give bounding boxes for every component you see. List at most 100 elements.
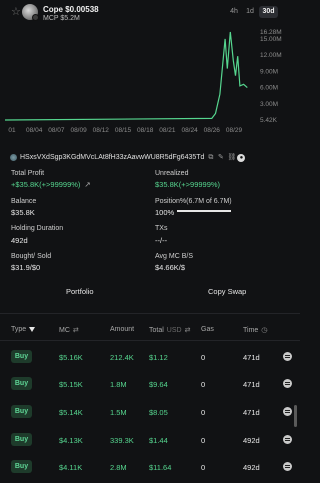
cell-amount: 339.3K [110, 436, 134, 445]
position-label: Position%(6.7M of 6.7M) [155, 198, 232, 205]
cell-mc: $5.16K [59, 353, 83, 362]
position-value: 100% [155, 208, 175, 217]
row-menu-icon[interactable] [283, 352, 292, 361]
cell-amount: 1.8M [110, 380, 127, 389]
share-icon[interactable]: ↗ [85, 180, 91, 189]
bought-sold-label: Bought/ Sold [11, 253, 52, 260]
type-badge: Buy [11, 377, 32, 390]
x-tick-label: 08/29 [226, 127, 243, 134]
cell-gas: 0 [201, 353, 206, 362]
token-header: ☆ Cope $0.00538 MCP $5.2M 4h 1d 30d [0, 0, 300, 26]
filter-icon[interactable] [29, 327, 36, 332]
balance-value: $35.8K [11, 208, 35, 217]
y-tick-label: 12.00M [260, 52, 282, 59]
x-tick-label: 08/12 [93, 127, 110, 134]
cell-total: $9.64 [149, 380, 168, 389]
cell-time: 471d [243, 380, 260, 389]
x-tick-label: 08/21 [159, 127, 176, 134]
table-row: Buy $5.14K 1.5M $8.05 0 471d [0, 399, 300, 425]
header-gas: Gas [201, 326, 214, 333]
cell-mc: $5.15K [59, 380, 83, 389]
cell-time: 471d [243, 408, 260, 417]
x-tick-label: 08/04 [26, 127, 43, 134]
chart-canvas: 01 08/04 08/07 08/09 08/12 08/15 08/18 08/21 08/… [4, 29, 282, 134]
cell-amount: 2.8M [110, 463, 127, 472]
table-scrollbar-thumb[interactable] [294, 405, 297, 427]
copy-swap-button[interactable]: Copy Swap [208, 287, 246, 296]
header-amount: Amount [110, 326, 135, 333]
header-time-label: Time [243, 326, 259, 334]
timeframe-4h[interactable]: 4h [227, 6, 241, 18]
token-market-cap: MCP $5.2M [43, 15, 80, 22]
header-mc[interactable]: MC ⇄ [59, 326, 79, 335]
swap-icon[interactable]: ⇄ [73, 326, 79, 334]
wallet-avatar [10, 154, 17, 161]
wallet-address[interactable]: HSxsVXdSgp3KGdMVcLAt8fH33zAavwWU8R5dFg64… [20, 154, 204, 161]
x-tick-label: 08/07 [48, 127, 65, 134]
holding-duration-label: Holding Duration [11, 225, 64, 232]
bought-sold-value: $31.9/$0 [11, 263, 41, 272]
y-tick-label: 9.00M [260, 68, 278, 75]
header-mc-label: MC [59, 326, 70, 334]
table-row: Buy $4.13K 339.3K $1.44 0 492d [0, 427, 300, 453]
y-tick-label: 6.00M [260, 85, 278, 92]
link-icon[interactable]: ⛓ [227, 154, 236, 161]
table-header-divider [0, 340, 300, 341]
clock-icon[interactable]: ◷ [261, 326, 267, 334]
swap-icon[interactable]: ⇄ [185, 326, 191, 334]
header-total-label: Total [149, 326, 164, 334]
cell-total: $11.64 [149, 463, 172, 472]
type-badge: Buy [11, 405, 32, 418]
cell-amount: 212.4K [110, 353, 134, 362]
table-row: Buy $5.15K 1.8M $9.64 0 471d [0, 371, 300, 397]
row-menu-icon[interactable] [283, 407, 292, 416]
x-tick-label: 08/18 [137, 127, 154, 134]
cell-total: $1.12 [149, 353, 168, 362]
cell-time: 492d [243, 463, 260, 472]
row-menu-icon[interactable] [283, 379, 292, 388]
portfolio-button[interactable]: Portfolio [66, 287, 94, 296]
header-type[interactable]: Type [11, 326, 36, 333]
header-total-unit[interactable]: USD [167, 327, 182, 334]
view-icon[interactable]: ● [237, 153, 246, 162]
cell-gas: 0 [201, 463, 206, 472]
timeframe-30d[interactable]: 30d [259, 6, 278, 18]
wallet-row: HSxsVXdSgp3KGdMVcLAt8fH33zAavwWU8R5dFg64… [10, 152, 295, 163]
price-line [4, 31, 248, 121]
edit-icon[interactable]: ✎ [217, 154, 224, 161]
type-badge: Buy [11, 460, 32, 473]
row-menu-icon[interactable] [283, 462, 292, 471]
price-chart[interactable]: 01 08/04 08/07 08/09 08/12 08/15 08/18 08/21 08/… [0, 26, 300, 138]
cell-time: 471d [243, 353, 260, 362]
token-name: Cope [43, 5, 63, 14]
type-badge: Buy [11, 433, 32, 446]
txs-label: TXs [155, 225, 168, 232]
chain-badge-icon [32, 14, 39, 21]
position-progress-bar [177, 210, 231, 212]
copy-icon[interactable]: ⧉ [207, 154, 214, 161]
total-profit-amount: +$35.8K(+>99999%) [11, 180, 81, 189]
y-tick-label: 3.00M [260, 101, 278, 108]
favorite-star-icon[interactable]: ☆ [11, 7, 21, 18]
type-badge: Buy [11, 350, 32, 363]
cell-mc: $4.13K [59, 436, 83, 445]
cell-total: $1.44 [149, 436, 168, 445]
cell-mc: $5.14K [59, 408, 83, 417]
header-type-label: Type [11, 326, 27, 333]
x-tick-label: 08/15 [115, 127, 132, 134]
cell-total: $8.05 [149, 408, 168, 417]
cell-amount: 1.5M [110, 408, 127, 417]
timeframe-1d[interactable]: 1d [244, 6, 256, 18]
header-time: Time ◷ [243, 326, 267, 335]
token-price: $0.00538 [65, 5, 99, 14]
y-tick-label: 5.42K [260, 117, 278, 124]
total-profit-label: Total Profit [11, 170, 45, 177]
x-tick-label: 08/24 [181, 127, 198, 134]
x-tick-label: 08/09 [70, 127, 87, 134]
row-menu-icon[interactable] [283, 435, 292, 444]
cell-gas: 0 [201, 380, 206, 389]
txs-value: --/-- [155, 236, 168, 245]
token-title: Cope $0.00538 [43, 5, 99, 14]
cell-gas: 0 [201, 408, 206, 417]
total-profit-value: +$35.8K(+>99999%) ↗ [11, 180, 91, 189]
